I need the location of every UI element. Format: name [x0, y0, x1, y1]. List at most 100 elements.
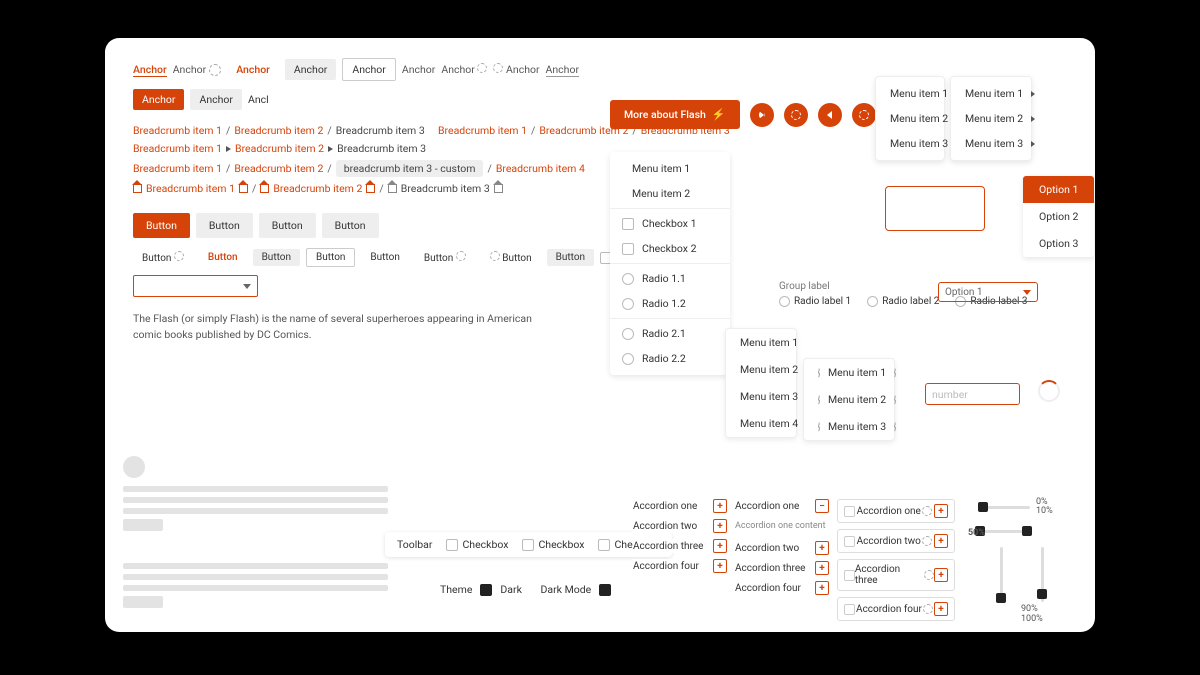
- toolbar-checkbox[interactable]: Checkbox: [446, 538, 508, 551]
- accordion-group: Accordion one+ Accordion two+ Accordion …: [633, 499, 727, 621]
- button[interactable]: Button: [547, 249, 594, 266]
- settings-button[interactable]: [852, 103, 876, 127]
- anchor-link[interactable]: Anchor: [402, 63, 435, 76]
- menu-item[interactable]: Menu item 3: [876, 131, 944, 156]
- accordion-item[interactable]: Accordion two+: [735, 541, 829, 555]
- accordion-item[interactable]: Accordion one+: [837, 499, 955, 523]
- accordion-item[interactable]: Accordion three+: [837, 559, 955, 591]
- button[interactable]: Button: [415, 248, 475, 267]
- nav-next-button[interactable]: [750, 103, 774, 127]
- listbox-option[interactable]: Option 3: [1023, 230, 1094, 257]
- toolbar-checkbox[interactable]: Checkbox: [522, 538, 584, 551]
- breadcrumb-item[interactable]: Breadcrumb item 1: [133, 162, 222, 175]
- button-secondary[interactable]: Button: [196, 213, 253, 238]
- accordion-item[interactable]: Accordion four+: [633, 559, 727, 573]
- radio[interactable]: Radio 2.2: [610, 346, 730, 371]
- breadcrumb-item[interactable]: Breadcrumb item 1: [133, 124, 222, 137]
- accordion-item[interactable]: Accordion four+: [735, 581, 829, 595]
- gear-icon: [818, 368, 820, 378]
- anchor-link[interactable]: Anchor: [133, 63, 167, 77]
- menu-item[interactable]: Menu item 1: [876, 81, 944, 106]
- menu-item[interactable]: Menu item 1: [951, 81, 1031, 106]
- button[interactable]: Button: [199, 249, 247, 266]
- accordion-item[interactable]: Accordion one+: [633, 499, 727, 513]
- button-primary[interactable]: Button: [133, 213, 190, 238]
- anchor-button[interactable]: Anchor: [133, 89, 184, 110]
- form-panel: Menu item 1 Menu item 2 Checkbox 1 Check…: [610, 152, 730, 375]
- button[interactable]: Button: [361, 249, 408, 266]
- slider-vertical[interactable]: 90%100%: [1021, 547, 1044, 624]
- breadcrumb-item[interactable]: Breadcrumb item 2: [234, 162, 323, 175]
- nav-prev-button[interactable]: [818, 103, 842, 127]
- combobox[interactable]: [133, 275, 258, 297]
- radio[interactable]: Radio label 1: [779, 296, 851, 307]
- theme-switch[interactable]: [480, 584, 492, 596]
- anchor-link[interactable]: Anchor: [342, 58, 395, 81]
- arrow-icon: [328, 146, 333, 152]
- skeleton-loader: [123, 558, 388, 613]
- home-icon: [366, 184, 375, 193]
- anchor-link[interactable]: Anchor: [227, 59, 279, 80]
- radio[interactable]: Radio label 2: [867, 296, 939, 307]
- select[interactable]: Option 1: [938, 282, 1038, 302]
- breadcrumb-item[interactable]: Breadcrumb item 1: [146, 182, 235, 195]
- menu-item[interactable]: Menu item 2: [726, 356, 796, 383]
- radio[interactable]: Radio 1.1: [610, 266, 730, 291]
- button[interactable]: Button: [253, 249, 300, 266]
- settings-button[interactable]: [784, 103, 808, 127]
- breadcrumb-current: Breadcrumb item 3: [401, 182, 490, 195]
- theme-label: Theme: [440, 583, 472, 596]
- breadcrumb-item[interactable]: Breadcrumb item 2: [235, 142, 324, 155]
- anchor-link[interactable]: Anchor: [173, 63, 221, 76]
- button-secondary[interactable]: Button: [322, 213, 379, 238]
- listbox-option[interactable]: Option 2: [1023, 203, 1094, 230]
- anchor-link[interactable]: Anchor: [285, 59, 336, 80]
- anchor-link[interactable]: Anchor: [441, 63, 487, 76]
- accordion-item[interactable]: Accordion three+: [633, 539, 727, 553]
- number-input[interactable]: number: [925, 383, 1020, 405]
- button-secondary[interactable]: Button: [259, 213, 316, 238]
- menu-item[interactable]: Menu item 2: [610, 181, 730, 206]
- anchor-link[interactable]: Anchor: [493, 63, 539, 76]
- accordion-item[interactable]: Accordion one−: [735, 499, 829, 513]
- menu-item[interactable]: Menu item 3: [951, 131, 1031, 156]
- breadcrumb-item[interactable]: Breadcrumb item 1: [133, 142, 222, 155]
- radio[interactable]: Radio 1.2: [610, 291, 730, 316]
- menu-item[interactable]: Menu item 2: [951, 106, 1031, 131]
- menu-item[interactable]: Menu item 2: [804, 386, 894, 413]
- breadcrumb-item[interactable]: Breadcrumb item 2: [234, 124, 323, 137]
- breadcrumb-item[interactable]: Breadcrumb item 2: [273, 182, 362, 195]
- radio[interactable]: Radio 2.1: [610, 321, 730, 346]
- breadcrumb-current: Breadcrumb item 3: [336, 124, 425, 137]
- expand-icon: +: [934, 504, 948, 518]
- slider[interactable]: 50%: [980, 530, 1053, 533]
- slider-vertical[interactable]: [980, 547, 1003, 624]
- anchor-link[interactable]: Anchor: [546, 63, 579, 77]
- accordion-item[interactable]: Accordion three+: [735, 561, 829, 575]
- accordion-item[interactable]: Accordion two+: [837, 529, 955, 553]
- menu-item[interactable]: Menu item 3: [726, 383, 796, 410]
- button[interactable]: Button: [481, 248, 541, 267]
- anchor-button[interactable]: Anchor: [190, 89, 241, 110]
- menu-item[interactable]: Menu item 2: [876, 106, 944, 131]
- menu-item[interactable]: Menu item 3: [804, 413, 894, 440]
- button[interactable]: Button: [306, 248, 355, 267]
- menu-item[interactable]: Menu item 1: [804, 359, 894, 386]
- menu-item[interactable]: Menu item 1: [610, 156, 730, 181]
- listbox-option[interactable]: Option 1: [1023, 176, 1094, 203]
- more-about-flash-button[interactable]: More about Flash: [610, 100, 740, 129]
- theme-switch[interactable]: [599, 584, 611, 596]
- checkbox-icon: [844, 570, 855, 581]
- checkbox[interactable]: Checkbox 2: [610, 236, 730, 261]
- menu-item[interactable]: Menu item 1: [726, 329, 796, 356]
- slider[interactable]: 0%10%: [980, 498, 1053, 516]
- checkbox[interactable]: Checkbox 1: [610, 211, 730, 236]
- gear-icon: [456, 251, 466, 261]
- button[interactable]: Button: [133, 248, 193, 267]
- expand-icon: +: [713, 499, 727, 513]
- breadcrumb-item[interactable]: Breadcrumb item 1: [438, 124, 527, 137]
- accordion-item[interactable]: Accordion two+: [633, 519, 727, 533]
- breadcrumb-item[interactable]: Breadcrumb item 4: [496, 162, 585, 175]
- accordion-item[interactable]: Accordion four+: [837, 597, 955, 621]
- menu-item[interactable]: Menu item 4: [726, 410, 796, 437]
